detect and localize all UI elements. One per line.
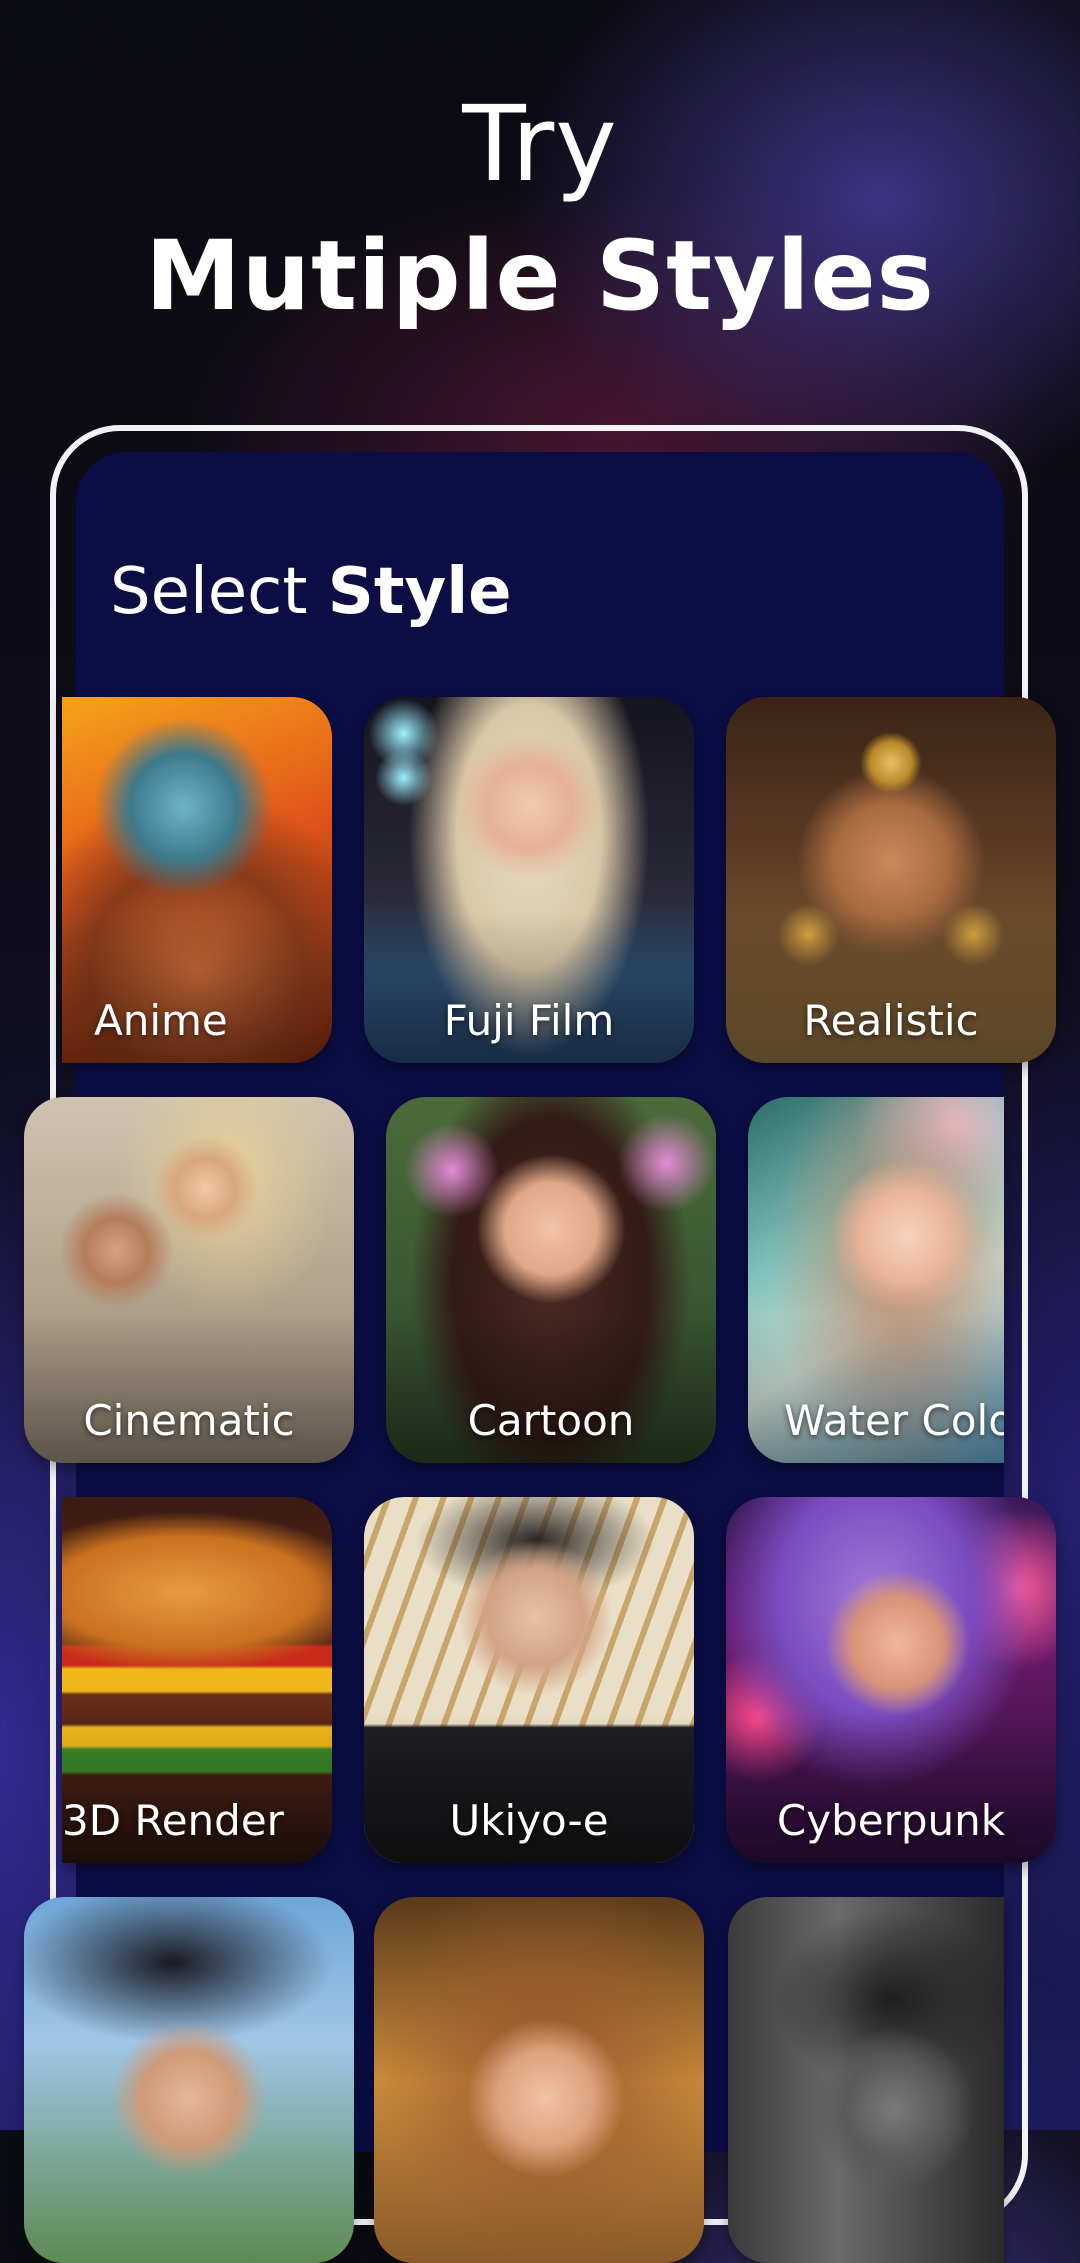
style-label: Cinematic [83, 1396, 295, 1445]
style-label: Anime [94, 996, 228, 1045]
style-card-3d-render[interactable]: 3D Render [62, 1497, 332, 1863]
style-card-row4-1[interactable] [24, 1897, 354, 2263]
style-label: Realistic [803, 996, 979, 1045]
style-label: Ukiyo-e [449, 1796, 609, 1845]
style-card-fuji-film[interactable]: Fuji Film [364, 697, 694, 1063]
select-style-title: Select Style [110, 560, 512, 624]
style-card-ukiyo-e[interactable]: Ukiyo-e [364, 1497, 694, 1863]
select-style-title-light: Select [110, 555, 328, 629]
style-label: Water Colo [784, 1396, 1004, 1445]
style-card-cyberpunk[interactable]: Cyberpunk [726, 1497, 1056, 1863]
style-card-row4-3[interactable] [728, 1897, 1004, 2263]
style-card-anime[interactable]: Anime [62, 697, 332, 1063]
style-card-water-color[interactable]: Water Colo [748, 1097, 1004, 1463]
style-card-cinematic[interactable]: Cinematic [24, 1097, 354, 1463]
style-label: Fuji Film [443, 996, 615, 1045]
style-card-cartoon[interactable]: Cartoon [386, 1097, 716, 1463]
style-card-realistic[interactable]: Realistic [726, 697, 1056, 1063]
row4-2-thumbnail [374, 1897, 704, 2263]
row4-3-thumbnail [728, 1897, 1004, 2263]
hero-title-line2: Mutiple Styles [145, 220, 935, 332]
style-card-row4-2[interactable] [374, 1897, 704, 2263]
style-label: Cyberpunk [776, 1796, 1006, 1845]
style-label: 3D Render [62, 1796, 284, 1845]
style-label: Cartoon [467, 1396, 635, 1445]
hero-title-line1: Try [462, 83, 618, 205]
select-style-title-bold: Style [327, 555, 512, 629]
row4-1-thumbnail [24, 1897, 354, 2263]
